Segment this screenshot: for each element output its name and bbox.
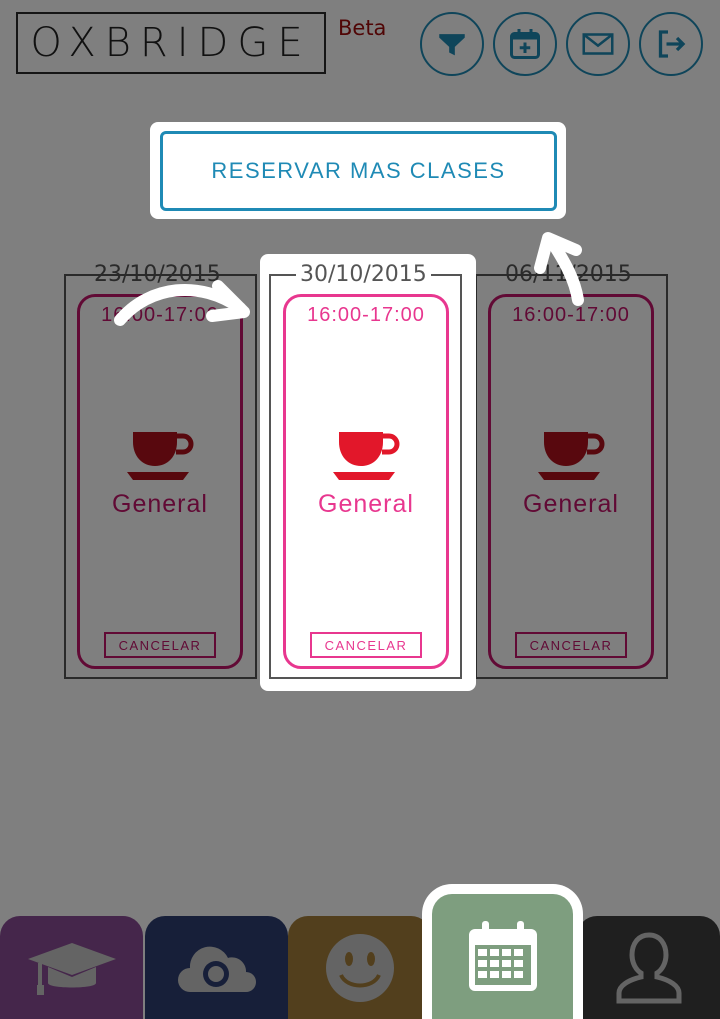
tutorial-arrows: [114, 232, 584, 326]
